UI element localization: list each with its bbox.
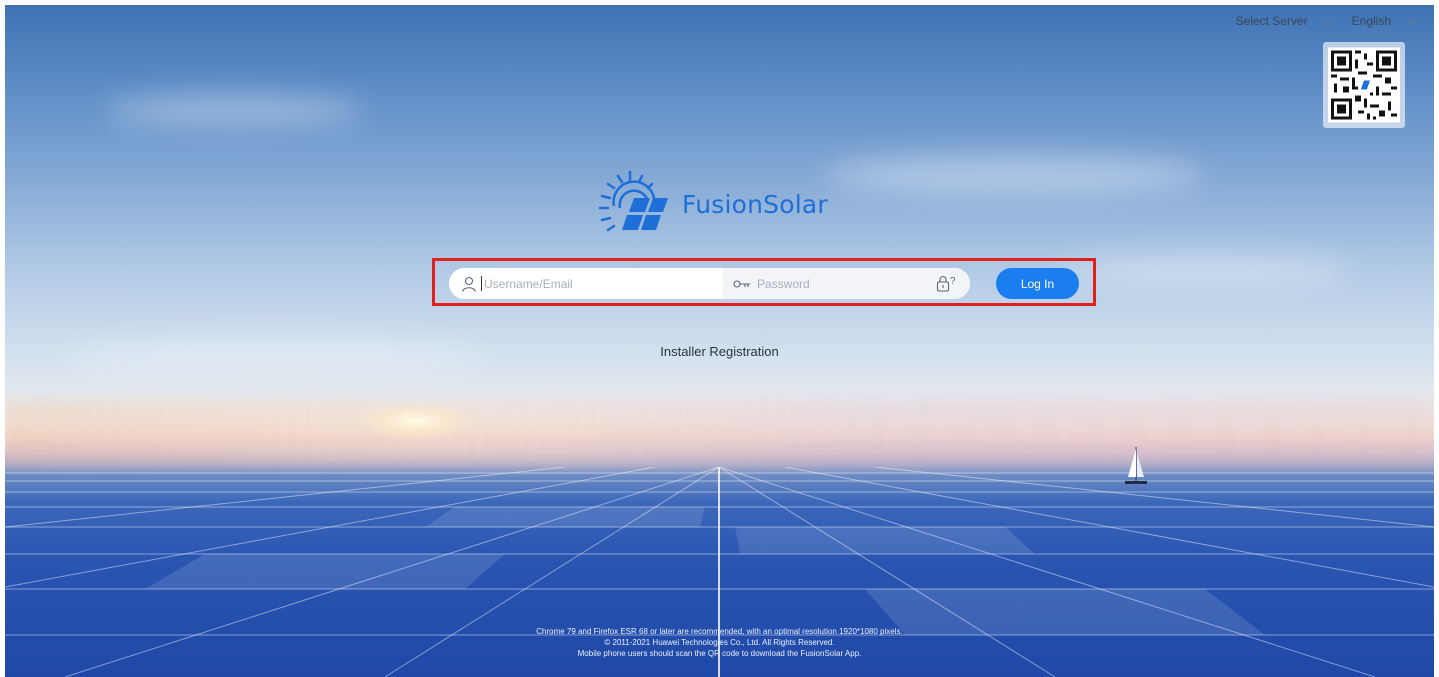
svg-text:?: ?: [950, 276, 956, 287]
brand-name: FusionSolar: [682, 189, 828, 219]
forgot-password-button[interactable]: ?: [936, 274, 958, 294]
login-form: ? Log In: [449, 268, 1079, 299]
language-select-label: English: [1351, 14, 1391, 28]
footer: Chrome 79 and Firefox ESR 68 or later ar…: [0, 626, 1439, 659]
brand-logo: FusionSolar: [592, 168, 828, 240]
key-icon: [733, 279, 750, 288]
top-bar: Select Server English: [1230, 14, 1423, 28]
username-input[interactable]: [481, 276, 711, 291]
chevron-down-icon: [1323, 18, 1332, 24]
username-field: [449, 268, 723, 299]
chevron-down-icon: [1406, 18, 1416, 24]
server-select-label: Select Server: [1235, 14, 1308, 28]
sun-glow: [360, 403, 470, 439]
lock-question-icon: ?: [936, 276, 956, 292]
server-select[interactable]: Select Server: [1230, 14, 1340, 28]
password-field: ?: [723, 268, 970, 299]
sun-solar-panel-icon: [598, 170, 668, 232]
background-scene: [5, 5, 1434, 677]
login-button[interactable]: Log In: [996, 268, 1079, 299]
installer-registration-link[interactable]: Installer Registration: [660, 344, 779, 359]
footer-browser-note: Chrome 79 and Firefox ESR 68 or later ar…: [536, 627, 903, 636]
user-icon: [461, 276, 477, 292]
sailboat-icon: [1125, 447, 1147, 484]
credentials-group: ?: [449, 268, 970, 299]
footer-copyright: © 2011-2021 Huawei Technologies Co., Ltd…: [604, 638, 835, 647]
register-row: Installer Registration: [0, 344, 1439, 359]
qr-code-icon: [1328, 47, 1400, 123]
password-input[interactable]: [757, 268, 927, 299]
language-select[interactable]: English: [1346, 14, 1423, 28]
footer-app-note: Mobile phone users should scan the QR co…: [577, 649, 862, 658]
qr-code: [1323, 42, 1405, 128]
